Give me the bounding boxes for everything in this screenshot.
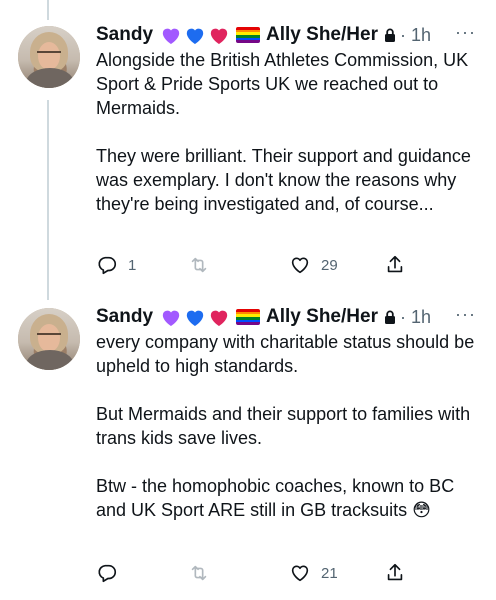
action-bar: 1 29	[96, 254, 426, 278]
reply-icon	[98, 256, 117, 275]
purple-heart-icon	[160, 25, 182, 45]
retweet-button[interactable]	[188, 562, 210, 584]
like-button[interactable]: 21	[289, 562, 338, 584]
action-bar: 21	[96, 562, 426, 586]
reply-count: 1	[128, 256, 137, 274]
share-icon	[387, 563, 403, 581]
tweet-header: Sandy Ally She/Her · 1h ···	[96, 22, 486, 48]
timestamp[interactable]: · 1h	[400, 25, 431, 46]
tweet-text: every company with charitable status sho…	[96, 330, 488, 522]
more-icon[interactable]: ···	[455, 22, 476, 43]
tweet-paragraph: But Mermaids and their support to famili…	[96, 404, 471, 448]
thread-line-top	[47, 0, 49, 20]
tweet-header: Sandy Ally She/Her · 1h ···	[96, 304, 486, 330]
more-icon[interactable]: ···	[455, 304, 476, 325]
tweet-text: Alongside the British Athletes Commissio…	[96, 48, 488, 216]
like-button[interactable]: 29	[289, 254, 338, 276]
like-icon	[291, 257, 309, 274]
avatar[interactable]	[18, 26, 80, 88]
lock-icon	[384, 28, 396, 42]
share-button[interactable]	[384, 254, 406, 276]
reply-icon	[98, 564, 117, 583]
like-count: 29	[321, 256, 338, 274]
pronoun-label[interactable]: Ally She/Her	[266, 24, 378, 46]
retweet-icon	[191, 565, 207, 581]
like-count: 21	[321, 564, 338, 582]
tweet-paragraph: Alongside the British Athletes Commissio…	[96, 50, 469, 118]
share-icon	[387, 255, 403, 273]
avatar[interactable]	[18, 308, 80, 370]
share-button[interactable]	[384, 562, 406, 584]
lock-icon	[384, 310, 396, 324]
tweet-paragraph: They were brilliant. Their support and g…	[96, 146, 471, 214]
red-heart-icon	[208, 25, 230, 45]
like-icon	[291, 565, 309, 582]
blue-heart-icon	[184, 25, 206, 45]
pride-flag-icon	[236, 27, 261, 43]
red-heart-icon	[208, 307, 230, 327]
timestamp[interactable]: · 1h	[400, 307, 431, 328]
tweet-paragraph: Btw - the homophobic coaches, known to B…	[96, 476, 455, 520]
purple-heart-icon	[160, 307, 182, 327]
pronoun-label[interactable]: Ally She/Her	[266, 306, 378, 328]
pride-flag-icon	[236, 309, 261, 325]
tweet-paragraph: every company with charitable status sho…	[96, 332, 475, 376]
retweet-icon	[191, 257, 207, 273]
display-name[interactable]: Sandy	[96, 306, 153, 328]
blue-heart-icon	[184, 307, 206, 327]
retweet-button[interactable]	[188, 254, 210, 276]
thread-line-connector	[47, 100, 49, 300]
heart-emojis	[160, 307, 230, 327]
reply-button[interactable]	[96, 562, 118, 584]
reply-button[interactable]: 1	[96, 254, 136, 276]
heart-emojis	[160, 25, 230, 45]
display-name[interactable]: Sandy	[96, 24, 153, 46]
